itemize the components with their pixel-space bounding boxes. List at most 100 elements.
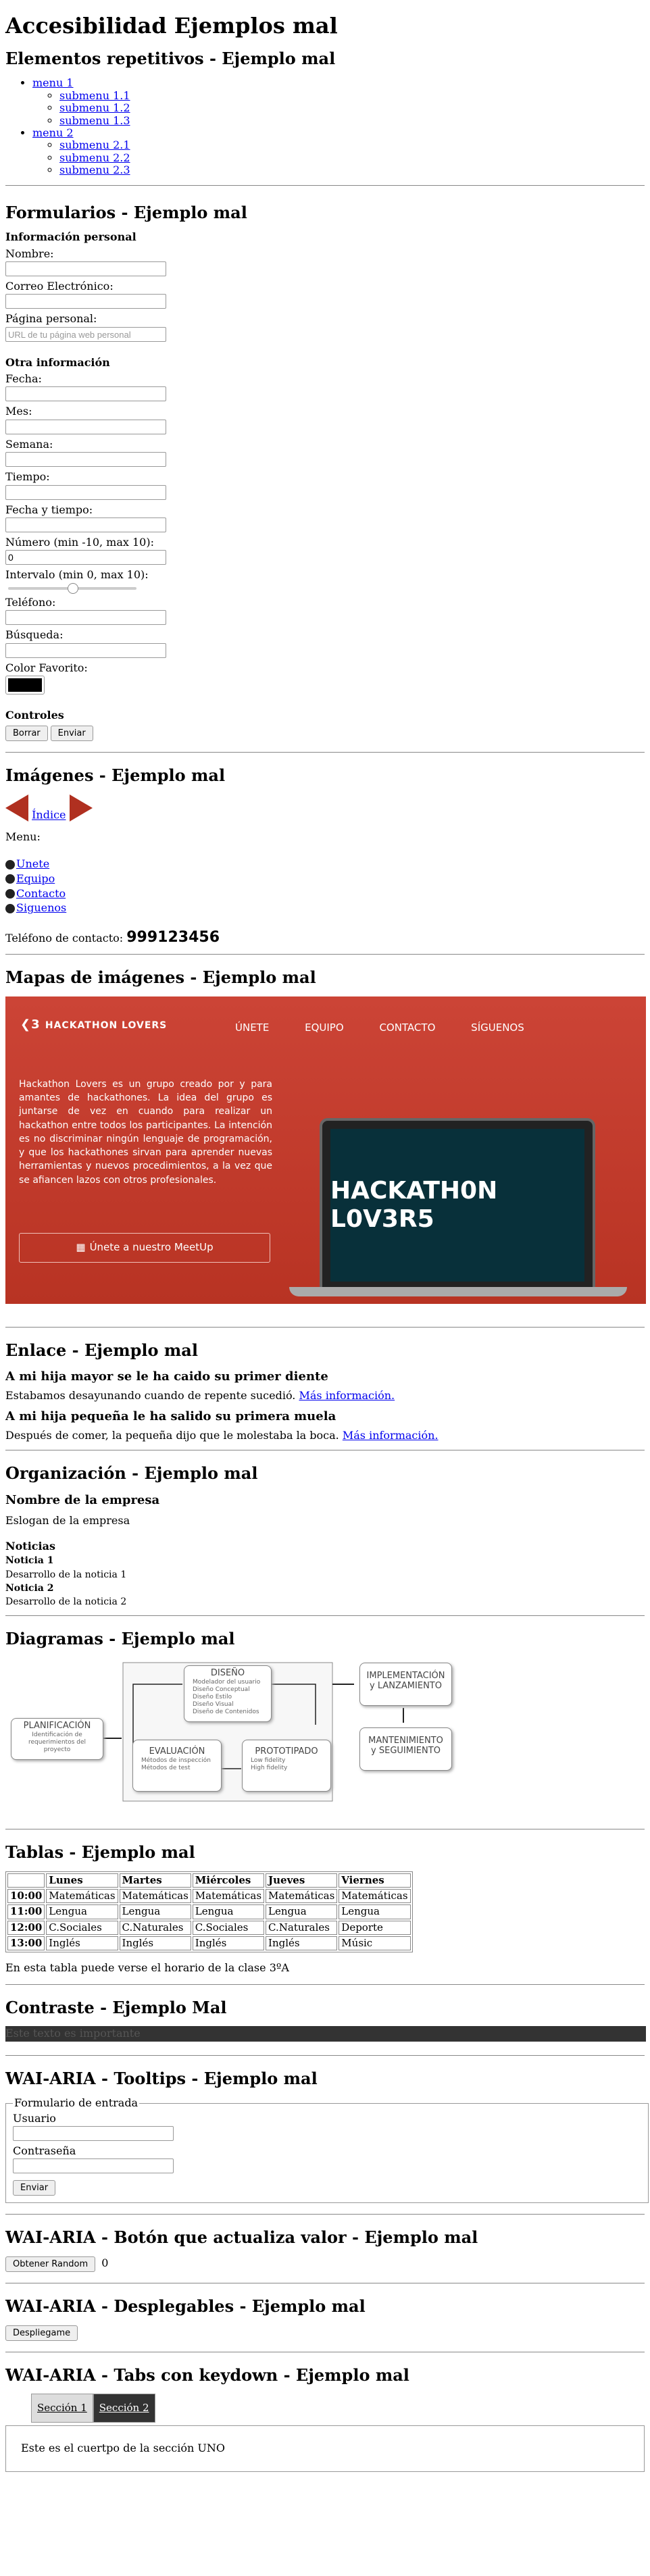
table-cell: Inglés xyxy=(266,1936,338,1951)
news-2-title: Noticia 2 xyxy=(5,1582,54,1594)
table-row: 11:00 Lengua Lengua Lengua Lengua Lengua xyxy=(7,1904,411,1919)
tooltips-heading: WAI-ARIA - Tooltips - Ejemplo mal xyxy=(5,2068,318,2088)
number-label: Número (min -10, max 10): xyxy=(5,536,154,549)
article-title-2: A mi hija pequeña le ha salido su primer… xyxy=(5,1409,336,1424)
tab-panel: Este es el cuertpo de la sección UNO xyxy=(5,2425,645,2472)
time-field[interactable] xyxy=(5,484,166,500)
submenu-link[interactable]: submenu 1.3 xyxy=(59,114,130,127)
company-name: Nombre de la empresa xyxy=(5,1492,160,1507)
article-text-2: Después de comer, la pequeña dijo que le… xyxy=(5,1428,339,1442)
tab-section-1[interactable]: Sección 1 xyxy=(31,2394,93,2423)
color-picker-swatch xyxy=(8,678,42,692)
table-cell: Lengua xyxy=(339,1904,411,1919)
submenu-link[interactable]: submenu 2.1 xyxy=(59,138,130,151)
table-header xyxy=(7,1873,45,1888)
week-field[interactable] xyxy=(5,452,166,468)
name-field[interactable] xyxy=(5,261,166,276)
contrast-heading: Contraste - Ejemplo Mal xyxy=(5,1997,227,2017)
more-info-link-1[interactable]: Más información. xyxy=(299,1389,395,1402)
contact-phone-label: Teléfono de contacto: xyxy=(5,931,124,944)
random-heading: WAI-ARIA - Botón que actualiza valor - E… xyxy=(5,2227,478,2248)
banner-nav-team[interactable]: EQUIPO xyxy=(305,1021,344,1034)
bullet-icon xyxy=(5,889,15,899)
divider xyxy=(5,2054,645,2056)
table-cell: C.Sociales xyxy=(192,1920,265,1935)
bullet-icon xyxy=(5,874,15,884)
laptop-screen-logo: HACKATH0N L0V3R5 xyxy=(330,1128,584,1282)
calendar-icon: ▦ xyxy=(76,1240,86,1253)
hackathon-logo: ❮3 HACKATHON LOVERS xyxy=(20,1017,168,1032)
email-field[interactable] xyxy=(5,294,166,309)
news-1-title: Noticia 1 xyxy=(5,1555,54,1567)
more-info-link-2[interactable]: Más información. xyxy=(343,1429,439,1442)
menu-link-2[interactable]: menu 2 xyxy=(32,126,74,139)
login-submit-button[interactable]: Enviar xyxy=(13,2180,56,2196)
submenu-link[interactable]: submenu 2.3 xyxy=(59,163,130,176)
submenu-link[interactable]: submenu 1.2 xyxy=(59,101,130,114)
password-field[interactable] xyxy=(13,2158,174,2174)
banner-intro: Hackathon Lovers es un grupo creado por … xyxy=(19,1078,272,1186)
web-field[interactable] xyxy=(5,326,166,342)
menu-link-1[interactable]: menu 1 xyxy=(32,76,74,89)
get-random-button[interactable]: Obtener Random xyxy=(5,2256,96,2272)
table-row: 12:00 C.Sociales C.Naturales C.Sociales … xyxy=(7,1920,411,1935)
org-heading: Organización - Ejemplo mal xyxy=(5,1463,258,1484)
table-cell: Lengua xyxy=(46,1904,118,1919)
tab-list: Sección 1 Sección 2 xyxy=(5,2394,645,2423)
submenu-item: submenu 2.1 xyxy=(59,139,645,151)
join-link[interactable]: Unete xyxy=(16,857,49,870)
table-row: 10:00 Matemáticas Matemáticas Matemática… xyxy=(7,1889,411,1904)
submenu-link[interactable]: submenu 1.1 xyxy=(59,89,130,102)
controls-title: Controles xyxy=(5,708,64,722)
banner-nav-join[interactable]: ÚNETE xyxy=(235,1021,269,1034)
divider xyxy=(5,2214,645,2215)
username-field[interactable] xyxy=(13,2125,174,2141)
next-arrow-icon[interactable] xyxy=(69,794,93,822)
banner-nav-contact[interactable]: CONTACTO xyxy=(379,1021,435,1034)
hackathon-banner: ❮3 HACKATHON LOVERS ÚNETE EQUIPO CONTACT… xyxy=(5,996,646,1304)
table-cell: Matemáticas xyxy=(266,1889,338,1904)
send-button[interactable]: Enviar xyxy=(50,726,93,742)
submenu-link[interactable]: submenu 2.2 xyxy=(59,151,130,164)
month-field[interactable] xyxy=(5,419,166,434)
dropdown-button[interactable]: Despliegame xyxy=(5,2325,78,2341)
prototyping-box: PROTOTIPADO Low fidelity High fidelity xyxy=(242,1740,331,1792)
datetime-field[interactable] xyxy=(5,517,166,533)
meetup-button[interactable]: ▦ Únete a nuestro MeetUp xyxy=(19,1232,270,1263)
index-link[interactable]: Índice xyxy=(32,809,66,822)
date-field[interactable] xyxy=(5,386,166,402)
images-menu-item: Contacto xyxy=(5,886,645,901)
news-2-body: Desarrollo de la noticia 2 xyxy=(5,1596,127,1607)
range-slider[interactable] xyxy=(8,582,136,594)
name-label: Nombre: xyxy=(5,247,54,260)
table-cell: Músic xyxy=(339,1936,411,1951)
contact-link[interactable]: Contacto xyxy=(16,887,66,900)
phone-field[interactable] xyxy=(5,610,166,626)
previous-arrow-icon[interactable] xyxy=(5,794,28,822)
tab-section-2[interactable]: Sección 2 xyxy=(93,2394,155,2423)
clear-button[interactable]: Borrar xyxy=(5,726,48,742)
number-stepper[interactable] xyxy=(5,550,166,565)
banner-nav-follow[interactable]: SÍGUENOS xyxy=(471,1021,524,1034)
range-slider-thumb[interactable] xyxy=(68,582,78,594)
diagram-heading: Diagramas - Ejemplo mal xyxy=(5,1628,235,1648)
color-picker[interactable] xyxy=(5,675,45,694)
images-heading: Imágenes - Ejemplo mal xyxy=(5,765,226,786)
submenu-item: submenu 1.2 xyxy=(59,101,645,114)
divider xyxy=(5,184,645,186)
process-diagram: PLANIFICACIÓN Identificación de requerim… xyxy=(8,1657,468,1819)
table-header: Viernes xyxy=(339,1873,411,1888)
images-menu-label: Menu: xyxy=(5,830,41,843)
submenu-item: submenu 1.1 xyxy=(59,89,645,102)
table-cell: Lengua xyxy=(192,1904,265,1919)
images-menu-item: Equipo xyxy=(5,872,645,886)
team-link[interactable]: Equipo xyxy=(16,872,55,885)
search-input[interactable] xyxy=(5,642,166,658)
user-label: Usuario xyxy=(13,2111,56,2125)
follow-link[interactable]: Siguenos xyxy=(16,901,66,914)
main-menu: menu 1 submenu 1.1 submenu 1.2 submenu 1… xyxy=(5,77,645,176)
tabs-heading: WAI-ARIA - Tabs con keydown - Ejemplo ma… xyxy=(5,2365,409,2385)
month-label: Mes: xyxy=(5,405,32,418)
table-cell: Lengua xyxy=(266,1904,338,1919)
divider xyxy=(5,752,645,753)
